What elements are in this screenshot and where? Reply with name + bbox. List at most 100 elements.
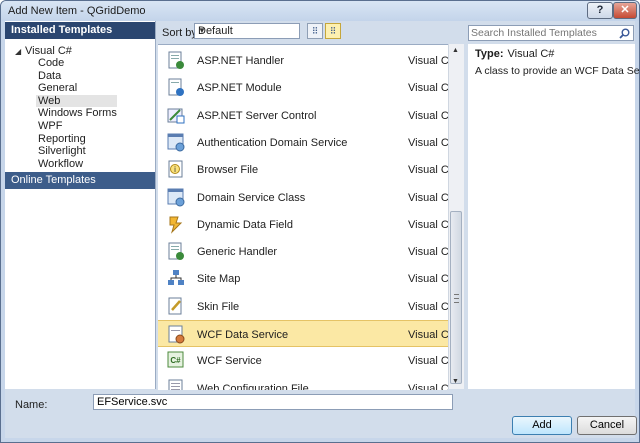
tree-item-general[interactable]: General: [38, 82, 117, 95]
template-item-browser-file[interactable]: i Browser File Visual C#: [158, 156, 448, 183]
search-icon[interactable]: [619, 28, 630, 39]
domain-service-icon: [167, 188, 185, 206]
template-language: Visual C#: [408, 109, 448, 122]
medium-icons-view-button[interactable]: ⠿: [325, 23, 341, 39]
template-name: ASP.NET Server Control: [197, 109, 317, 122]
tree-item-reporting[interactable]: Reporting: [38, 133, 117, 146]
title-bar[interactable]: Add New Item - QGridDemo ? ✕: [1, 1, 639, 21]
template-item-wcf-data-service[interactable]: WCF Data Service Visual C#: [158, 320, 448, 347]
template-item-asp-net-module[interactable]: ASP.NET Module Visual C#: [158, 74, 448, 101]
template-category-pane: Installed Templates ◢ Visual C# Code Data G…: [5, 21, 156, 389]
tree-item-data[interactable]: Data: [38, 70, 117, 83]
template-item-generic-handler[interactable]: Generic Handler Visual C#: [158, 238, 448, 265]
config-file-icon: [168, 379, 183, 390]
template-name: Web Configuration File: [197, 382, 309, 390]
small-icons-view-button[interactable]: ⠿: [307, 23, 323, 39]
template-item-asp-net-handler[interactable]: ASP.NET Handler Visual C#: [158, 47, 448, 74]
template-name: WCF Service: [197, 355, 262, 368]
add-button[interactable]: Add: [512, 416, 572, 435]
chevron-down-icon: ▼: [198, 26, 206, 35]
svg-text:C#: C#: [170, 356, 181, 365]
template-name: Authentication Domain Service: [197, 136, 348, 149]
scrollbar-thumb[interactable]: [450, 211, 462, 384]
template-name: Browser File: [197, 164, 259, 177]
template-name: Site Map: [197, 273, 241, 286]
template-name: WCF Data Service: [197, 329, 289, 341]
tree-node-visual-csharp[interactable]: ◢ Visual C#: [15, 45, 72, 57]
tree-item-windows-forms[interactable]: Windows Forms: [38, 107, 117, 120]
server-control-icon: [167, 108, 185, 124]
cancel-button[interactable]: Cancel: [577, 416, 637, 435]
site-map-icon: [168, 270, 184, 286]
template-language: Visual C#: [408, 273, 448, 286]
svg-text:i: i: [174, 165, 176, 174]
template-description: A class to provide an WCF Data Service.: [475, 65, 640, 77]
template-item-web-configuration-file[interactable]: Web Configuration File Visual C#: [158, 375, 448, 390]
template-language: Visual C#: [408, 300, 448, 313]
search-input[interactable]: [471, 27, 611, 39]
tree-item-code[interactable]: Code: [38, 57, 117, 70]
name-field[interactable]: [93, 394, 453, 410]
template-item-domain-service-class[interactable]: Domain Service Class Visual C#: [158, 184, 448, 211]
wcf-data-service-icon: [168, 325, 185, 344]
grip-icon: [454, 294, 459, 303]
tree-item-silverlight[interactable]: Silverlight: [38, 145, 117, 158]
online-templates-header[interactable]: Online Templates: [5, 172, 155, 189]
skin-file-icon: [168, 297, 182, 315]
tree-node-label: Visual C#: [25, 45, 72, 57]
help-button[interactable]: ?: [587, 2, 613, 19]
template-name: Dynamic Data Field: [197, 218, 293, 231]
template-language: Visual C#: [408, 355, 448, 368]
domain-service-icon: [167, 133, 185, 152]
wcf-service-icon: C#: [167, 351, 184, 368]
template-language: Visual C#: [408, 191, 448, 204]
browser-file-icon: i: [168, 160, 183, 178]
search-box[interactable]: [468, 25, 634, 41]
template-item-skin-file[interactable]: Skin File Visual C#: [158, 293, 448, 320]
scroll-down-icon[interactable]: ▼: [452, 378, 459, 385]
close-button[interactable]: ✕: [613, 2, 637, 19]
template-item-site-map[interactable]: Site Map Visual C#: [158, 265, 448, 292]
template-language: Visual C#: [408, 329, 448, 341]
template-item-authentication-domain-service[interactable]: Authentication Domain Service Visual C#: [158, 129, 448, 156]
medium-icons-view-icon: ⠿: [329, 26, 337, 36]
handler-icon: [168, 51, 184, 69]
category-tree: Code Data General Web Windows Forms WPF Report…: [36, 57, 117, 171]
scroll-up-icon[interactable]: ▲: [452, 47, 459, 54]
module-icon: [168, 78, 184, 97]
template-language: Visual C#: [408, 136, 448, 149]
template-name: Generic Handler: [197, 246, 278, 259]
template-language: Visual C#: [408, 82, 448, 95]
template-item-dynamic-data-field[interactable]: Dynamic Data Field Visual C#: [158, 211, 448, 238]
tree-item-wpf[interactable]: WPF: [38, 120, 117, 133]
template-language: Visual C#: [408, 382, 448, 390]
expand-arrow-icon[interactable]: ◢: [15, 47, 25, 56]
sort-toolbar: Sort by: Default ▼ ⠿ ⠿: [158, 21, 461, 44]
template-list-scrollbar[interactable]: ▲ ▼: [448, 44, 464, 389]
tree-item-web[interactable]: Web: [36, 94, 117, 108]
handler-icon: [168, 242, 184, 261]
type-value: Visual C#: [507, 48, 555, 60]
add-new-item-dialog: Add New Item - QGridDemo ? ✕ Installed T…: [0, 0, 640, 443]
small-icons-view-icon: ⠿: [311, 26, 319, 36]
template-list: ASP.NET Handler Visual C# ASP.NET Module Vi…: [158, 44, 448, 390]
sort-by-select[interactable]: Default ▼: [194, 23, 300, 39]
type-label: Type:: [475, 48, 504, 60]
window-title: Add New Item - QGridDemo: [8, 5, 146, 17]
installed-templates-header[interactable]: Installed Templates: [5, 22, 155, 39]
name-label: Name:: [15, 399, 48, 411]
tree-item-workflow[interactable]: Workflow: [38, 158, 117, 171]
dynamic-data-icon: [169, 216, 183, 234]
template-name: Skin File: [197, 300, 240, 313]
dialog-client-area: Installed Templates ◢ Visual C# Code Data G…: [5, 21, 639, 438]
template-item-wcf-service[interactable]: C# WCF Service Visual C#: [158, 347, 448, 374]
template-language: Visual C#: [408, 218, 448, 231]
template-language: Visual C#: [408, 55, 448, 67]
template-language: Visual C#: [408, 246, 448, 259]
template-name: ASP.NET Module: [197, 82, 282, 95]
template-language: Visual C#: [408, 164, 448, 177]
template-name: ASP.NET Handler: [197, 55, 285, 67]
template-details-pane: Type: Visual C# A class to provide an WCF…: [468, 44, 639, 389]
template-type: Type: Visual C#: [475, 48, 554, 60]
template-item-asp-net-server-control[interactable]: ASP.NET Server Control Visual C#: [158, 102, 448, 129]
